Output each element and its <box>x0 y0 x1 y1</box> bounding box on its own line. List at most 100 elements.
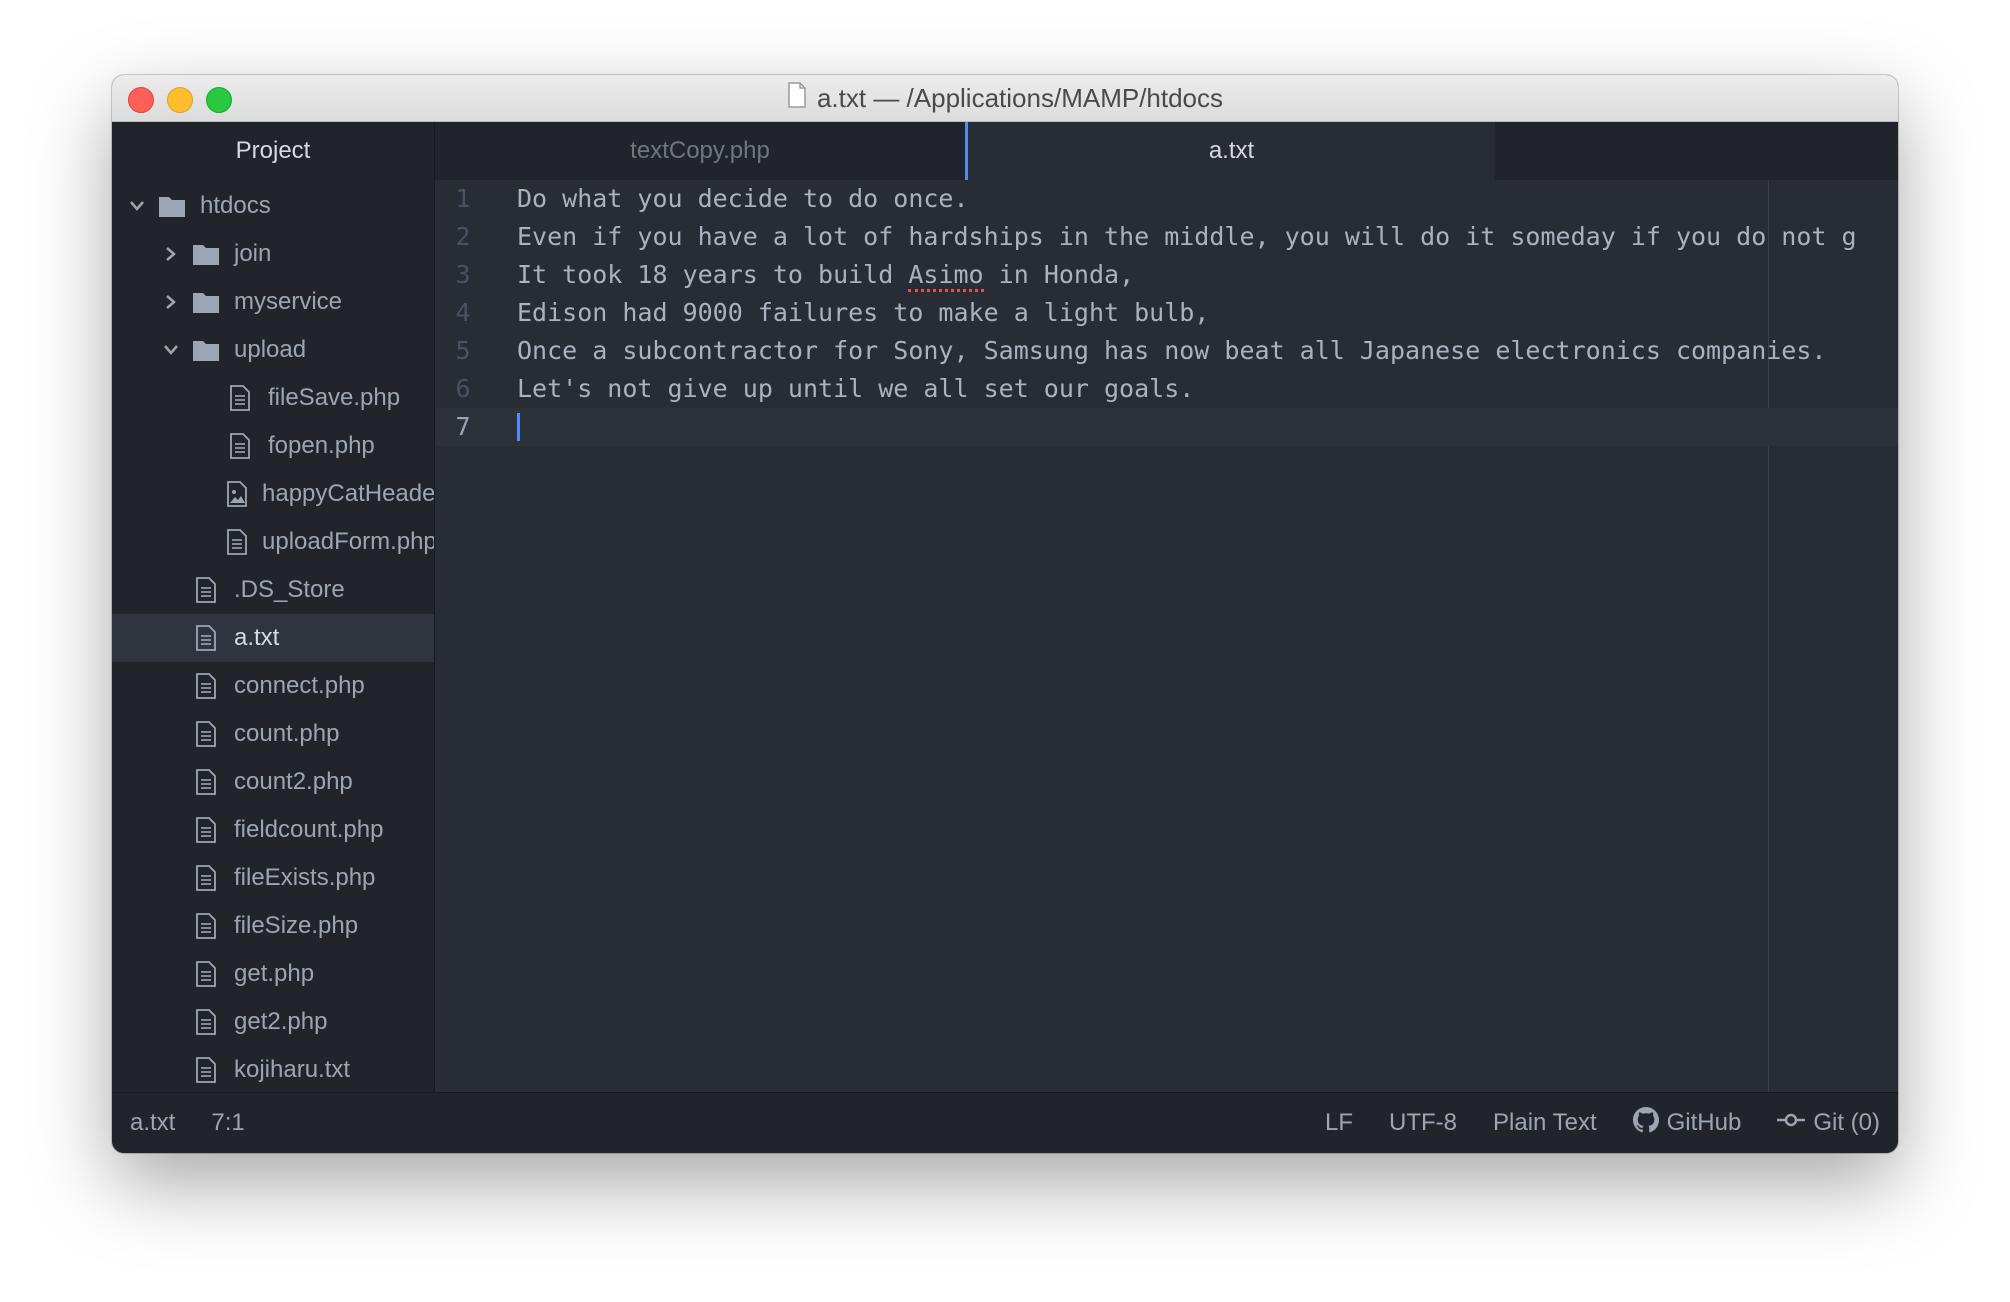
file-icon <box>192 1008 220 1036</box>
tree-item-label: count.php <box>234 720 340 747</box>
title-bar[interactable]: a.txt — /Applications/MAMP/htdocs <box>112 75 1898 122</box>
tree-file-fopen-php[interactable]: fopen.php <box>112 422 434 470</box>
file-icon <box>192 816 220 844</box>
file-icon <box>226 432 254 460</box>
file-icon <box>192 624 220 652</box>
line-text: Let's not give up until we all set our g… <box>517 374 1195 403</box>
file-icon <box>192 864 220 892</box>
line-text: Even if you have a lot of hardships in t… <box>517 222 1857 251</box>
line-text: Do what you decide to do once. <box>517 184 969 213</box>
file-icon <box>192 576 220 604</box>
github-icon <box>1632 1106 1659 1140</box>
tree-item-label: get2.php <box>234 1008 328 1035</box>
chevron-down-icon[interactable] <box>126 200 148 212</box>
tab-bar: textCopy.php a.txt <box>435 122 1898 180</box>
tree-file-filesize-php[interactable]: fileSize.php <box>112 902 434 950</box>
tree-item-label: join <box>234 240 272 267</box>
file-icon <box>192 720 220 748</box>
tree-item-label: uploadForm.php <box>262 528 435 555</box>
tree-item-label: fileSize.php <box>234 912 359 939</box>
tree-folder-upload[interactable]: upload <box>112 326 434 374</box>
editor-window: a.txt — /Applications/MAMP/htdocs Projec… <box>112 75 1898 1153</box>
status-encoding[interactable]: UTF-8 <box>1389 1109 1457 1137</box>
folder-icon <box>192 336 220 364</box>
line-number: 6 <box>455 374 471 403</box>
tree-folder-htdocs[interactable]: htdocs <box>112 182 434 230</box>
project-panel-header[interactable]: Project <box>112 122 434 180</box>
status-file-name[interactable]: a.txt <box>130 1109 175 1137</box>
file-icon <box>192 768 220 796</box>
text-cursor <box>517 413 520 441</box>
tree-item-label: fileSave.php <box>268 384 401 411</box>
window-title-area: a.txt — /Applications/MAMP/htdocs <box>112 75 1898 121</box>
status-github[interactable]: GitHub <box>1632 1106 1742 1140</box>
file-icon <box>192 672 220 700</box>
status-line-ending[interactable]: LF <box>1325 1109 1353 1137</box>
status-cursor-position[interactable]: 7:1 <box>211 1109 244 1137</box>
tree-item-label: fopen.php <box>268 432 375 459</box>
file-tree: htdocs join myservice upload fileSave.php fop… <box>112 182 434 1093</box>
tree-file-a-txt[interactable]: a.txt <box>112 614 434 662</box>
project-tree-panel: Project htdocs join myservice upload fileSav… <box>112 122 435 1093</box>
editor-line-3[interactable]: 3 It took 18 years to build Asimo in Hon… <box>435 256 1898 294</box>
tree-item-label: happyCatHeade <box>262 480 435 507</box>
file-icon <box>192 960 220 988</box>
misspelled-word[interactable]: Asimo <box>908 260 984 292</box>
file-icon <box>226 528 248 556</box>
line-number: 3 <box>455 260 471 289</box>
github-label: GitHub <box>1666 1109 1742 1136</box>
git-commit-icon <box>1777 1109 1806 1137</box>
tree-file-uploadform-php[interactable]: uploadForm.php <box>112 518 434 566</box>
tab-textcopy-php[interactable]: textCopy.php <box>435 122 965 180</box>
tree-file-ds-store[interactable]: .DS_Store <box>112 566 434 614</box>
tab-a-txt[interactable]: a.txt <box>965 122 1495 180</box>
tree-item-label: connect.php <box>234 672 365 699</box>
chevron-right-icon[interactable] <box>160 294 182 310</box>
tree-file-kojiharu-txt[interactable]: kojiharu.txt <box>112 1046 434 1093</box>
tree-file-get-php[interactable]: get.php <box>112 950 434 998</box>
editor-line-5[interactable]: 5 Once a subcontractor for Sony, Samsung… <box>435 332 1898 370</box>
status-grammar[interactable]: Plain Text <box>1493 1109 1597 1137</box>
editor-line-1[interactable]: 1 Do what you decide to do once. <box>435 180 1898 218</box>
window-title: a.txt — /Applications/MAMP/htdocs <box>816 82 1224 113</box>
line-text-end: in Honda, <box>983 260 1135 289</box>
tree-file-fieldcount-php[interactable]: fieldcount.php <box>112 806 434 854</box>
editor-line-2[interactable]: 2 Even if you have a lot of hardships in… <box>435 218 1898 256</box>
chevron-down-icon[interactable] <box>160 344 182 356</box>
text-editor[interactable]: 1 Do what you decide to do once. 2 Even … <box>435 180 1898 1093</box>
tree-item-label: fileExists.php <box>234 864 376 891</box>
tree-file-count-php[interactable]: count.php <box>112 710 434 758</box>
folder-icon <box>192 288 220 316</box>
editor-line-6[interactable]: 6 Let's not give up until we all set our… <box>435 370 1898 408</box>
line-number: 5 <box>455 336 471 365</box>
chevron-right-icon[interactable] <box>160 246 182 262</box>
editor-line-7[interactable]: 7 <box>435 408 1898 446</box>
line-text-start: It took 18 years to build <box>517 260 909 289</box>
folder-icon <box>158 192 186 220</box>
file-icon <box>226 384 254 412</box>
tree-item-label: count2.php <box>234 768 353 795</box>
file-icon <box>192 912 220 940</box>
tree-item-label: .DS_Store <box>234 576 345 603</box>
line-number: 2 <box>455 222 471 251</box>
tree-file-filesave-php[interactable]: fileSave.php <box>112 374 434 422</box>
tree-item-label: htdocs <box>200 192 271 219</box>
tree-item-label: get.php <box>234 960 315 987</box>
editor-line-4[interactable]: 4 Edison had 9000 failures to make a lig… <box>435 294 1898 332</box>
tree-folder-myservice[interactable]: myservice <box>112 278 434 326</box>
status-bar: a.txt 7:1 LF UTF-8 Plain Text GitHub Git… <box>112 1092 1898 1153</box>
tree-file-get2-php[interactable]: get2.php <box>112 998 434 1046</box>
tree-file-happycatheade[interactable]: happyCatHeade <box>112 470 434 518</box>
status-git[interactable]: Git (0) <box>1777 1109 1880 1137</box>
tree-item-label: kojiharu.txt <box>234 1056 351 1083</box>
tree-item-label: fieldcount.php <box>234 816 384 843</box>
line-text: Edison had 9000 failures to make a light… <box>517 298 1210 327</box>
tree-file-connect-php[interactable]: connect.php <box>112 662 434 710</box>
line-number: 4 <box>455 298 471 327</box>
tree-file-count2-php[interactable]: count2.php <box>112 758 434 806</box>
line-text: It took 18 years to build Asimo in Honda… <box>517 256 1134 294</box>
tree-file-fileexists-php[interactable]: fileExists.php <box>112 854 434 902</box>
folder-icon <box>192 240 220 268</box>
line-number: 7 <box>455 412 471 441</box>
tree-folder-join[interactable]: join <box>112 230 434 278</box>
